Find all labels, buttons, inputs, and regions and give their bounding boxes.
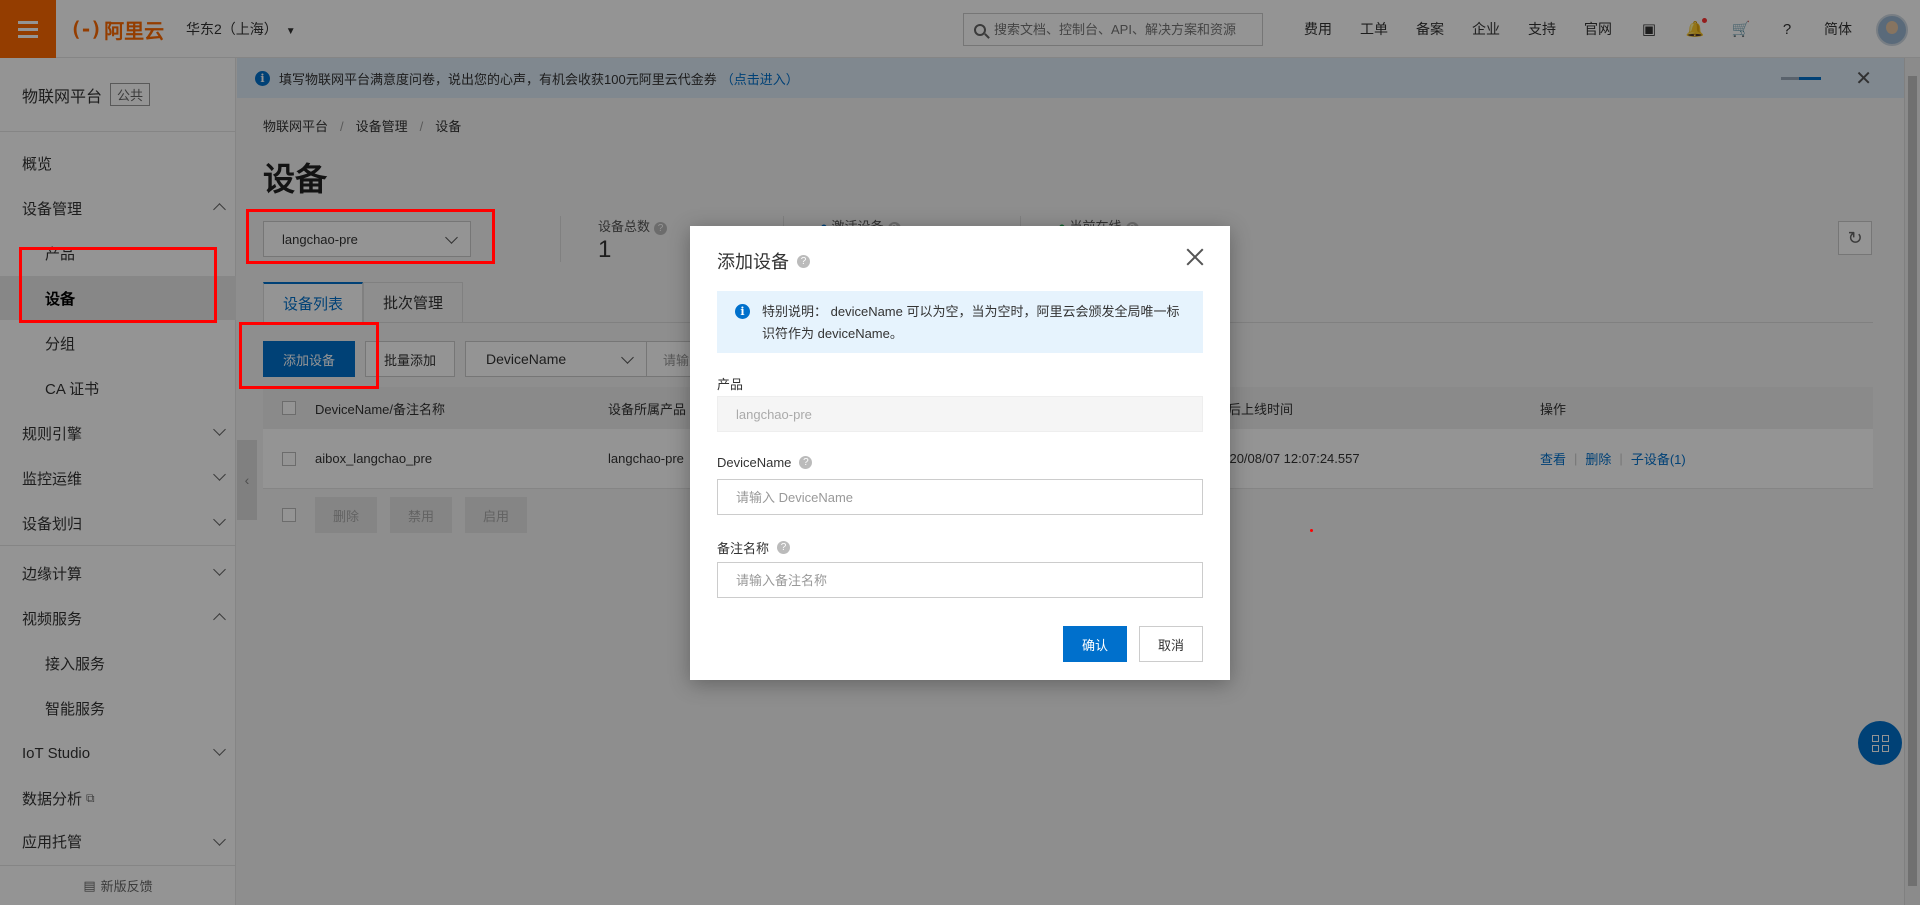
annotation-box-sidebar-device — [19, 247, 217, 323]
add-device-dialog: 添加设备? i 特别说明： deviceName 可以为空，当为空时，阿里云会颁… — [690, 226, 1230, 680]
info-icon: i — [735, 304, 750, 319]
confirm-button[interactable]: 确认 — [1063, 626, 1127, 662]
dialog-notice-text: 特别说明： deviceName 可以为空，当为空时，阿里云会颁发全局唯一标识符… — [762, 304, 1180, 341]
dialog-title: 添加设备? — [717, 248, 810, 274]
remark-label-text: 备注名称 — [717, 541, 770, 556]
devicename-input[interactable] — [717, 479, 1203, 515]
annotation-box-add-device — [239, 322, 379, 389]
devicename-field-label: DeviceName? — [717, 455, 813, 470]
help-icon[interactable]: ? — [799, 456, 813, 469]
product-field-label: 产品 — [717, 377, 744, 392]
annotation-box-product-select — [246, 209, 495, 264]
remark-input[interactable] — [717, 562, 1203, 598]
close-icon[interactable] — [1184, 246, 1206, 268]
help-icon[interactable]: ? — [797, 254, 810, 268]
cancel-button[interactable]: 取消 — [1139, 626, 1203, 662]
annotation-dot — [1310, 529, 1313, 532]
devicename-label-text: DeviceName — [717, 455, 792, 470]
help-icon[interactable]: ? — [777, 541, 791, 554]
remark-field-label: 备注名称? — [717, 538, 791, 557]
product-field: langchao-pre — [717, 396, 1203, 432]
dialog-title-text: 添加设备 — [717, 252, 789, 272]
dialog-notice: i 特别说明： deviceName 可以为空，当为空时，阿里云会颁发全局唯一标… — [717, 291, 1203, 353]
